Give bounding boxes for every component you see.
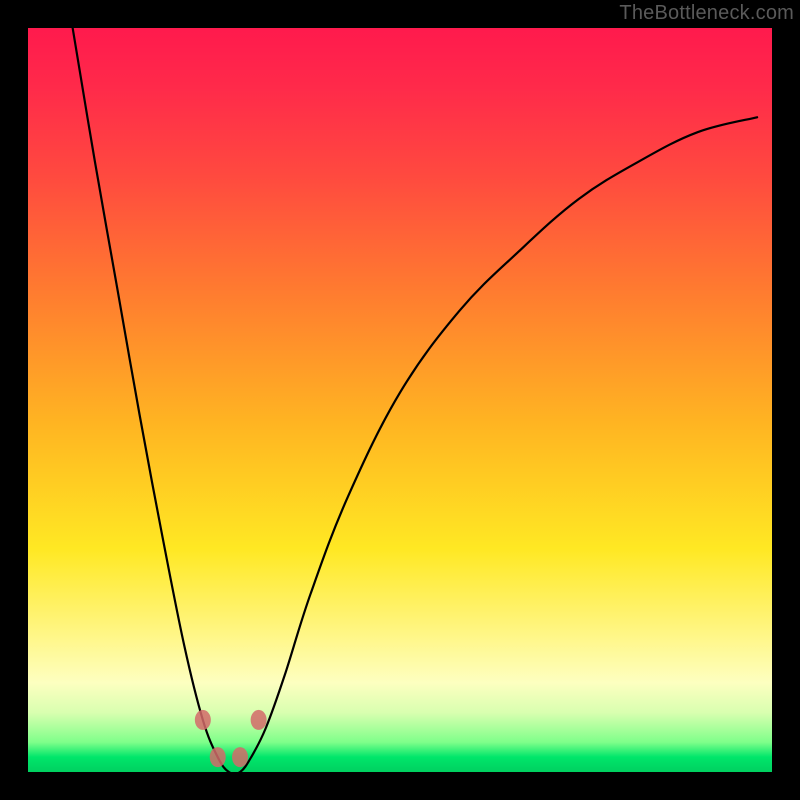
bottleneck-curve-svg <box>28 28 772 772</box>
curve-marker <box>232 747 248 767</box>
bottleneck-curve-path <box>73 28 757 772</box>
curve-marker <box>195 710 211 730</box>
curve-marker <box>210 747 226 767</box>
curve-markers-group <box>195 710 267 767</box>
watermark-text: TheBottleneck.com <box>619 2 794 25</box>
curve-marker <box>251 710 267 730</box>
chart-area <box>28 28 772 772</box>
